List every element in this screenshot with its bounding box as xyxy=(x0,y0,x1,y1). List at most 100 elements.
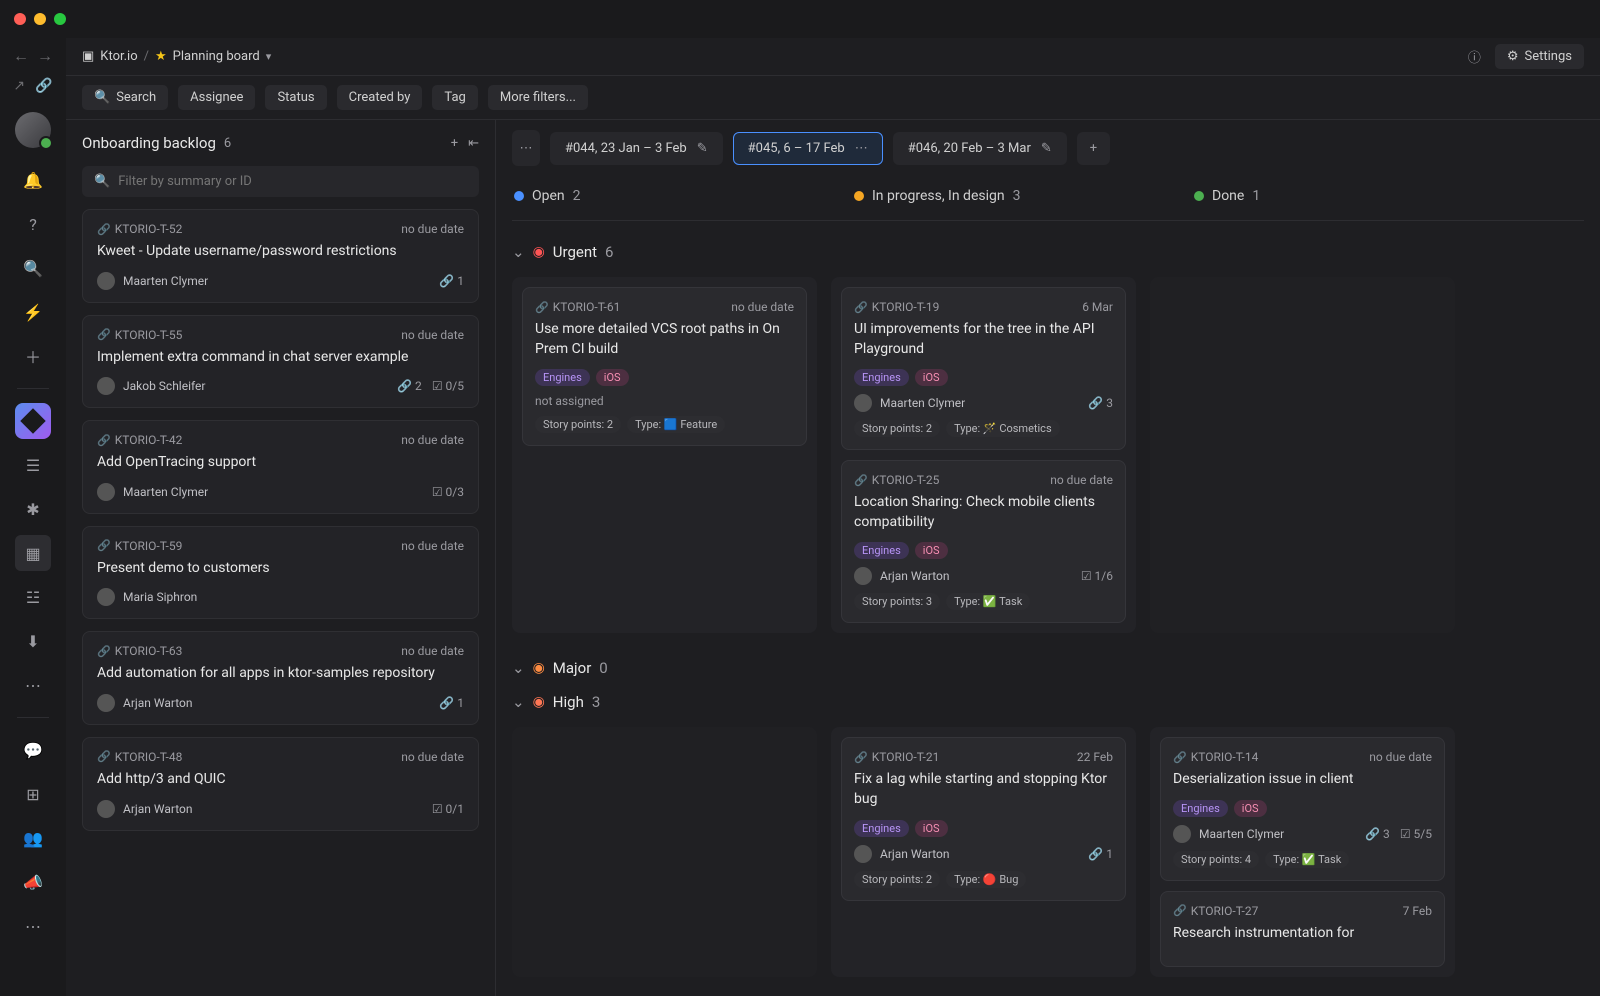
board-view-button[interactable]: ▦ xyxy=(15,535,51,571)
issue-card[interactable]: 🔗 KTORIO-T-42no due dateAdd OpenTracing … xyxy=(82,420,479,514)
filter-chip[interactable]: Created by xyxy=(337,85,423,110)
tag[interactable]: iOS xyxy=(596,369,629,386)
more-rail-button[interactable]: ⋯ xyxy=(15,667,51,703)
tag[interactable]: iOS xyxy=(915,542,948,559)
link-icon[interactable]: 🔗 xyxy=(35,78,52,94)
settings-button[interactable]: ⚙ Settings xyxy=(1495,44,1584,69)
docs-button[interactable]: ☳ xyxy=(15,579,51,615)
backlog-filter-field[interactable] xyxy=(118,174,467,189)
tag[interactable]: iOS xyxy=(1234,800,1267,817)
issue-card[interactable]: 🔗 KTORIO-T-2122 FebFix a lag while start… xyxy=(841,737,1126,900)
project-link[interactable]: Ktor.io xyxy=(100,49,137,64)
issue-id: 🔗 KTORIO-T-55 xyxy=(97,328,182,342)
nav-back-icon[interactable]: ← xyxy=(13,46,29,66)
apps-button[interactable]: ⊞ xyxy=(15,776,51,812)
add-button[interactable]: ＋ xyxy=(15,338,51,374)
add-issue-button[interactable]: + xyxy=(451,136,458,151)
chevron-down-icon[interactable]: ▾ xyxy=(266,50,272,63)
asterisk-button[interactable]: ✱ xyxy=(15,491,51,527)
sprint-chip[interactable]: #044, 23 Jan – 3 Feb✎ xyxy=(550,132,723,165)
pencil-icon[interactable]: ✎ xyxy=(697,141,708,156)
close-window-icon[interactable] xyxy=(14,13,26,25)
filter-chip[interactable]: More filters... xyxy=(488,85,588,110)
tag[interactable]: Engines xyxy=(854,369,909,386)
tag[interactable]: iOS xyxy=(915,820,948,837)
bolt-button[interactable]: ⚡ xyxy=(15,294,51,330)
chat-button[interactable]: 💬 xyxy=(15,732,51,768)
issue-title: Use more detailed VCS root paths in On P… xyxy=(535,320,794,359)
issue-title: Fix a lag while starting and stopping Kt… xyxy=(854,770,1113,809)
sprint-chip[interactable]: #045, 6 – 17 Feb⋯ xyxy=(733,132,883,165)
assignee: Maarten Clymer xyxy=(123,485,208,499)
issue-card[interactable]: 🔗 KTORIO-T-63no due dateAdd automation f… xyxy=(82,631,479,725)
priority-section-header[interactable]: ⌄◉Urgent6 xyxy=(512,235,1584,269)
priority-section-header[interactable]: ⌄◉High3 xyxy=(512,685,1584,719)
board-column[interactable]: 🔗 KTORIO-T-61no due dateUse more detaile… xyxy=(512,277,817,633)
minimize-window-icon[interactable] xyxy=(34,13,46,25)
download-button[interactable]: ⬇ xyxy=(15,623,51,659)
board-column[interactable] xyxy=(512,727,817,976)
priority-section-header[interactable]: ⌄◉Major0 xyxy=(512,651,1584,685)
status-column-header[interactable]: Open2 xyxy=(514,188,814,204)
workspace-logo[interactable] xyxy=(15,403,51,439)
filter-chip[interactable]: Assignee xyxy=(178,85,255,110)
add-sprint-button[interactable]: + xyxy=(1077,132,1110,165)
attachment-count: 🔗 3 xyxy=(1365,827,1390,841)
status-column-header[interactable]: In progress, In design3 xyxy=(854,188,1154,204)
rail-search-button[interactable]: 🔍 xyxy=(15,250,51,286)
nav-forward-icon[interactable]: → xyxy=(37,46,53,66)
board-column[interactable]: 🔗 KTORIO-T-196 MarUI improvements for th… xyxy=(831,277,1136,633)
pencil-icon[interactable]: ✎ xyxy=(1041,141,1052,156)
issue-card[interactable]: 🔗 KTORIO-T-14no due dateDeserialization … xyxy=(1160,737,1445,881)
story-points: Story points: 2 xyxy=(535,416,621,433)
board-column[interactable] xyxy=(1150,277,1455,633)
issue-card[interactable]: 🔗 KTORIO-T-55no due dateImplement extra … xyxy=(82,315,479,409)
list-view-button[interactable]: ☰ xyxy=(15,447,51,483)
tag[interactable]: Engines xyxy=(1173,800,1228,817)
issue-card[interactable]: 🔗 KTORIO-T-59no due datePresent demo to … xyxy=(82,526,479,620)
issue-card[interactable]: 🔗 KTORIO-T-196 MarUI improvements for th… xyxy=(841,287,1126,450)
user-avatar[interactable] xyxy=(15,112,51,148)
sprint-menu-button[interactable]: ⋯ xyxy=(512,130,540,166)
backlog-filter-input[interactable]: 🔍 xyxy=(82,166,479,197)
issue-card[interactable]: 🔗 KTORIO-T-61no due dateUse more detaile… xyxy=(522,287,807,446)
filter-chip[interactable]: Tag xyxy=(432,85,477,110)
due-date: no due date xyxy=(401,539,464,553)
issue-title: Kweet - Update username/password restric… xyxy=(97,242,464,262)
collapse-backlog-button[interactable]: ⇤ xyxy=(468,136,479,151)
assignee: Maarten Clymer xyxy=(880,396,965,410)
due-date: no due date xyxy=(1050,473,1113,487)
due-date: no due date xyxy=(401,222,464,236)
board-column[interactable]: 🔗 KTORIO-T-2122 FebFix a lag while start… xyxy=(831,727,1136,976)
tag[interactable]: Engines xyxy=(854,542,909,559)
gear-icon: ⚙ xyxy=(1507,49,1519,64)
maximize-window-icon[interactable] xyxy=(54,13,66,25)
priority-icon: ◉ xyxy=(533,660,545,676)
issue-card[interactable]: 🔗 KTORIO-T-48no due dateAdd http/3 and Q… xyxy=(82,737,479,831)
star-icon[interactable]: ★ xyxy=(155,49,167,64)
help-button[interactable]: ? xyxy=(15,206,51,242)
info-icon[interactable]: ⓘ xyxy=(1468,47,1481,66)
issue-type: Type: 🟦 Feature xyxy=(627,416,725,433)
sprint-chip[interactable]: #046, 20 Feb – 3 Mar✎ xyxy=(893,132,1067,165)
search-filter[interactable]: 🔍 Search xyxy=(82,85,168,110)
tag[interactable]: Engines xyxy=(854,820,909,837)
due-date: 7 Feb xyxy=(1403,904,1432,918)
issue-title: Deserialization issue in client xyxy=(1173,770,1432,790)
filter-chip[interactable]: Status xyxy=(265,85,326,110)
team-button[interactable]: 👥 xyxy=(15,820,51,856)
traffic-lights xyxy=(14,13,66,25)
status-column-header[interactable]: Done1 xyxy=(1194,188,1260,204)
open-external-icon[interactable]: ↗ xyxy=(13,78,25,94)
issue-card[interactable]: 🔗 KTORIO-T-52no due dateKweet - Update u… xyxy=(82,209,479,303)
board-column[interactable]: 🔗 KTORIO-T-14no due dateDeserialization … xyxy=(1150,727,1455,976)
tag[interactable]: iOS xyxy=(915,369,948,386)
announce-button[interactable]: 📣 xyxy=(15,864,51,900)
tag[interactable]: Engines xyxy=(535,369,590,386)
assignee: Maarten Clymer xyxy=(1199,827,1284,841)
issue-card[interactable]: 🔗 KTORIO-T-25no due dateLocation Sharing… xyxy=(841,460,1126,623)
notifications-button[interactable]: 🔔 xyxy=(15,162,51,198)
issue-card[interactable]: 🔗 KTORIO-T-277 FebResearch instrumentati… xyxy=(1160,891,1445,967)
overflow-button[interactable]: ⋯ xyxy=(15,908,51,944)
more-icon[interactable]: ⋯ xyxy=(855,141,868,156)
